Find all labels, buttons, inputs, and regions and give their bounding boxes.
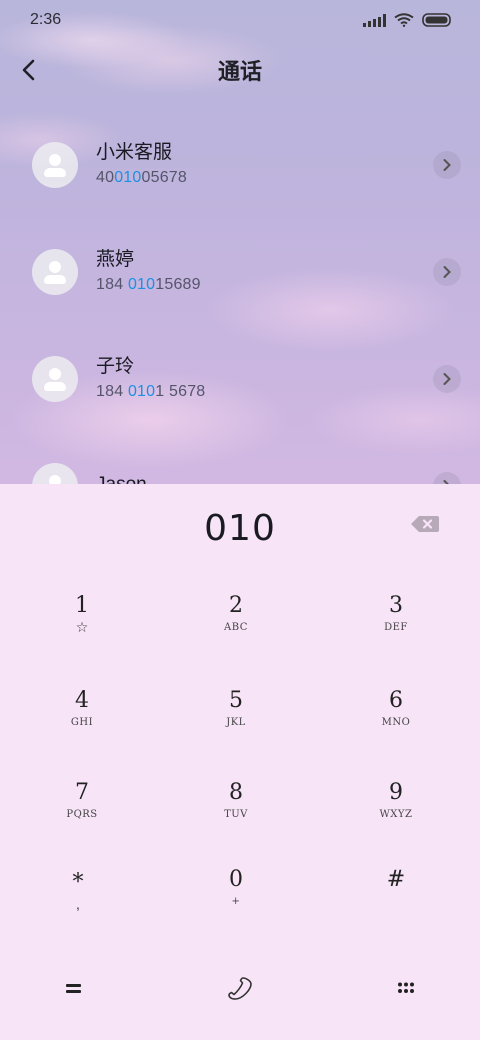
dialpad-icon (398, 982, 414, 993)
key-hash[interactable]: # (336, 866, 456, 946)
chevron-right-icon (443, 373, 451, 385)
status-icons (363, 13, 452, 27)
contact-detail-button[interactable] (433, 365, 461, 393)
status-time: 2:36 (30, 11, 62, 28)
key-0[interactable]: 0 + (176, 866, 296, 946)
contact-number: 184 01015689 (96, 276, 201, 293)
wifi-icon (394, 13, 414, 27)
dialpad-toggle-button[interactable] (386, 970, 426, 1006)
chevron-right-icon (443, 159, 451, 171)
key-7[interactable]: 7 PQRS (22, 779, 142, 859)
back-button[interactable] (14, 54, 42, 86)
key-2[interactable]: 2 ABC (176, 592, 296, 672)
equals-icon (66, 984, 81, 993)
list-item[interactable]: 子玲 184 0101 5678 (0, 334, 480, 424)
contact-number: 4001005678 (96, 169, 187, 186)
contact-detail-button[interactable] (433, 472, 461, 484)
list-item[interactable]: Jason (0, 441, 480, 484)
avatar (32, 356, 78, 402)
key-3[interactable]: 3 DEF (336, 592, 456, 672)
key-8[interactable]: 8 TUV (176, 779, 296, 859)
backspace-icon (411, 516, 439, 532)
contact-name: Jason (96, 473, 147, 484)
contact-detail-button[interactable] (433, 151, 461, 179)
menu-button[interactable] (54, 970, 94, 1006)
contact-name: 小米客服 (96, 142, 173, 163)
key-5[interactable]: 5 JKL (176, 687, 296, 767)
avatar (32, 463, 78, 484)
avatar (32, 249, 78, 295)
key-1[interactable]: 1 ☆ (22, 592, 142, 672)
bottom-bar (0, 960, 480, 1010)
list-item[interactable]: 小米客服 4001005678 (0, 120, 480, 210)
avatar (32, 142, 78, 188)
page-title: 通话 (217, 59, 262, 84)
star-icon: ☆ (75, 619, 89, 635)
key-star[interactable]: * , (18, 869, 138, 949)
key-6[interactable]: 6 MNO (336, 687, 456, 767)
battery-icon (422, 13, 452, 27)
signal-icon (363, 13, 386, 27)
contact-number: 184 0101 5678 (96, 383, 206, 400)
key-9[interactable]: 9 WXYZ (336, 779, 456, 859)
contact-name: 燕婷 (96, 249, 135, 270)
chevron-right-icon (443, 266, 451, 278)
key-4[interactable]: 4 GHI (22, 687, 142, 767)
contact-detail-button[interactable] (433, 258, 461, 286)
call-button[interactable] (220, 970, 260, 1006)
backspace-button[interactable] (410, 514, 444, 540)
status-bar: 2:36 (0, 0, 480, 40)
contact-name: 子玲 (96, 356, 135, 377)
dial-input[interactable]: 010 (0, 504, 480, 554)
contact-list: 小米客服 4001005678 燕婷 184 01015689 子玲 184 0… (0, 120, 480, 484)
chevron-left-icon (22, 59, 35, 81)
list-item[interactable]: 燕婷 184 01015689 (0, 227, 480, 317)
dial-pad-panel: 010 1 ☆ 2 ABC 3 DEF 4 GHI 5 JKL 6 MNO 7 … (0, 484, 480, 1040)
phone-icon (228, 977, 252, 1000)
header: 通话 (0, 48, 480, 92)
